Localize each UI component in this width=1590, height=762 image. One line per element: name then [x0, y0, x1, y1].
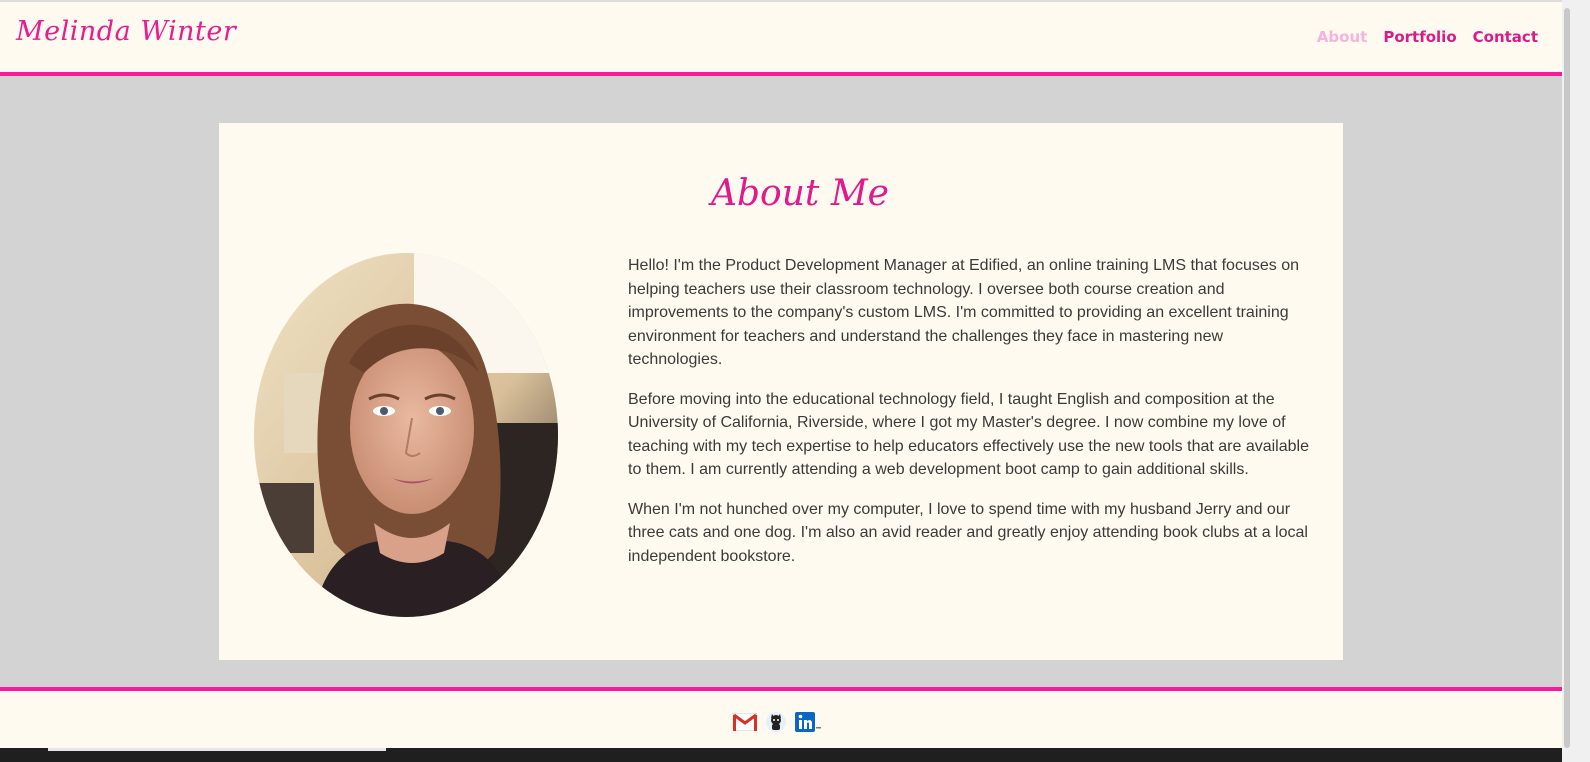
github-icon[interactable] [765, 711, 787, 737]
nav-about[interactable]: About [1317, 28, 1368, 46]
gmail-icon[interactable] [732, 712, 758, 735]
profile-photo-image [254, 253, 558, 617]
site-header: Melinda Winter About Portfolio Contact [0, 2, 1562, 76]
main-nav: About Portfolio Contact [1317, 28, 1538, 46]
about-card: About Me Hello! I'm the Product Developm… [219, 123, 1343, 660]
brand-logo[interactable]: Melinda Winter [16, 16, 236, 47]
about-paragraph: When I'm not hunched over my computer, I… [628, 500, 1308, 565]
scrollbar-thumb[interactable] [1564, 8, 1570, 748]
about-text: Hello! I'm the Product Development Manag… [628, 254, 1310, 584]
profile-photo [254, 253, 558, 617]
page-title: About Me [711, 173, 889, 214]
nav-contact[interactable]: Contact [1473, 28, 1538, 46]
taskbar-item[interactable] [48, 748, 386, 751]
social-links [732, 711, 821, 737]
taskbar [0, 748, 1562, 762]
site-footer [0, 687, 1562, 749]
about-paragraph: Before moving into the educational techn… [628, 390, 1309, 479]
nav-portfolio[interactable]: Portfolio [1383, 28, 1456, 46]
linkedin-icon[interactable] [795, 711, 821, 737]
about-paragraph: Hello! I'm the Product Development Manag… [628, 257, 1299, 368]
